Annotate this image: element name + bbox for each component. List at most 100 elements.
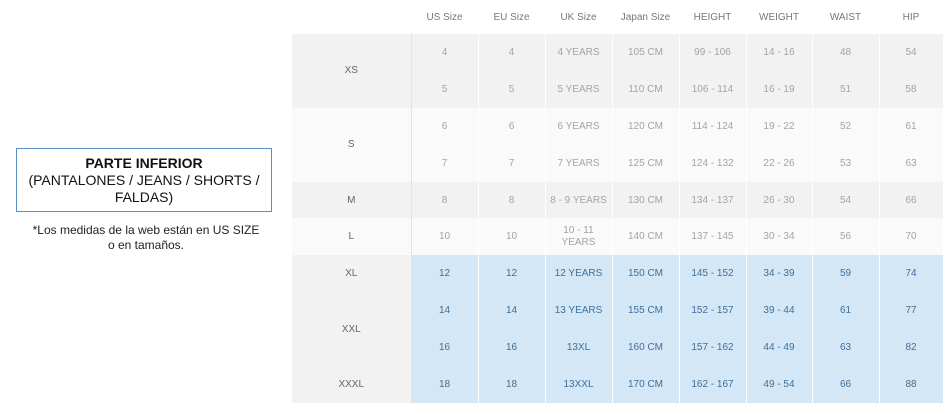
cell-japan-size: 125 CM [612,144,680,182]
cell-uk-size: 7 YEARS [545,144,613,182]
size-chart-body: XS 4 4 4 YEARS 105 CM 99 - 106 14 - 16 48 54 5 5 5 … [292,34,943,403]
cell-waist: 61 [812,292,880,330]
cell-height: 106 - 114 [679,70,747,108]
cell-hip: 70 [879,218,943,256]
cell-weight: 26 - 30 [746,181,813,219]
table-row: XXXL 18 18 13XXL 170 CM 162 - 167 49 - 54 66 88 [292,366,943,403]
cell-hip: 66 [879,181,943,219]
cell-eu-size: 18 [478,366,546,403]
cell-waist: 56 [812,218,880,256]
cell-eu-size: 7 [478,144,546,182]
cell-hip: 82 [879,329,943,367]
cell-waist: 59 [812,255,880,293]
cell-eu-size: 4 [478,34,546,71]
cell-hip: 61 [879,107,943,145]
cell-us-size: 5 [411,70,479,108]
header-japan-size: Japan Size [612,0,679,34]
cell-hip: 74 [879,255,943,293]
size-label: S [292,107,412,182]
table-row: L 10 10 10 - 11 YEARS 140 CM 137 - 145 30 - 34 5… [292,218,943,256]
cell-weight: 19 - 22 [746,107,813,145]
cell-japan-size: 120 CM [612,107,680,145]
cell-eu-size: 5 [478,70,546,108]
cell-us-size: 18 [411,366,479,403]
caption-title: PARTE INFERIOR [85,154,203,171]
section-caption-box: PARTE INFERIOR (PANTALONES / JEANS / SHO… [16,148,272,212]
table-row: XS 4 4 4 YEARS 105 CM 99 - 106 14 - 16 48 54 [292,34,943,108]
cell-us-size: 14 [411,292,479,330]
cell-uk-size: 13XXL [545,366,613,403]
size-label: M [292,181,412,219]
cell-japan-size: 140 CM [612,218,680,256]
header-blank [292,0,411,34]
cell-us-size: 4 [411,34,479,71]
cell-weight: 34 - 39 [746,255,813,293]
header-uk-size: UK Size [545,0,612,34]
cell-waist: 52 [812,107,880,145]
cell-japan-size: 170 CM [612,366,680,403]
size-label: XS [292,34,412,108]
header-us-size: US Size [411,0,478,34]
size-chart-header: US Size EU Size UK Size Japan Size HEIGHT WEI… [292,0,943,34]
cell-japan-size: 110 CM [612,70,680,108]
cell-uk-size: 13 YEARS [545,292,613,330]
size-label: L [292,218,412,256]
cell-hip: 88 [879,366,943,403]
cell-japan-size: 160 CM [612,329,680,367]
cell-hip: 77 [879,292,943,330]
cell-waist: 63 [812,329,880,367]
cell-uk-size: 5 YEARS [545,70,613,108]
cell-us-size: 6 [411,107,479,145]
cell-uk-size: 12 YEARS [545,255,613,293]
cell-height: 162 - 167 [679,366,747,403]
size-note-line-1: *Los medidas de la web están en US SIZE [32,223,260,237]
header-waist: WAIST [812,0,879,34]
cell-height: 134 - 137 [679,181,747,219]
cell-weight: 22 - 26 [746,144,813,182]
table-row: XL 12 12 12 YEARS 150 CM 145 - 152 34 - 39 59 74 [292,255,943,293]
cell-us-size: 10 [411,218,479,256]
cell-eu-size: 10 [478,218,546,256]
header-weight: WEIGHT [746,0,812,34]
table-row: S666 YEARS 120 CM 114 - 124 19 - 22 52 61 [292,107,943,182]
cell-us-size: 7 [411,144,479,182]
caption-line-3: FALDAS) [114,188,174,205]
cell-height: 157 - 162 [679,329,747,367]
header-eu-size: EU Size [478,0,545,34]
cell-us-size: 12 [411,255,479,293]
cell-height: 145 - 152 [679,255,747,293]
size-label: XXXL [292,366,412,403]
cell-eu-size: 16 [478,329,546,367]
cell-waist: 54 [812,181,880,219]
cell-eu-size: 14 [478,292,546,330]
size-chart-table: US Size EU Size UK Size Japan Size HEIGHT WEI… [292,0,943,403]
header-height: HEIGHT [679,0,746,34]
cell-hip: 63 [879,144,943,182]
cell-height: 137 - 145 [679,218,747,256]
cell-weight: 14 - 16 [746,34,813,71]
cell-waist: 51 [812,70,880,108]
cell-eu-size: 6 [478,107,546,145]
cell-height: 124 - 132 [679,144,747,182]
cell-uk-size: 13XL [545,329,613,367]
header-hip: HIP [879,0,943,34]
size-note-line-2: o en tamaños. [107,238,185,252]
cell-weight: 30 - 34 [746,218,813,256]
cell-weight: 49 - 54 [746,366,813,403]
size-label: XXL [292,292,412,367]
cell-japan-size: 150 CM [612,255,680,293]
cell-uk-size: 4 YEARS [545,34,613,71]
cell-japan-size: 130 CM [612,181,680,219]
cell-waist: 66 [812,366,880,403]
caption-line-2: (PANTALONES / JEANS / SHORTS / [28,171,260,188]
cell-us-size: 16 [411,329,479,367]
size-note: *Los medidas de la web están en US SIZE … [24,223,268,253]
cell-waist: 48 [812,34,880,71]
cell-eu-size: 8 [478,181,546,219]
cell-uk-size: 10 - 11 YEARS [545,218,613,256]
cell-japan-size: 155 CM [612,292,680,330]
cell-eu-size: 12 [478,255,546,293]
cell-height: 114 - 124 [679,107,747,145]
cell-weight: 16 - 19 [746,70,813,108]
cell-us-size: 8 [411,181,479,219]
